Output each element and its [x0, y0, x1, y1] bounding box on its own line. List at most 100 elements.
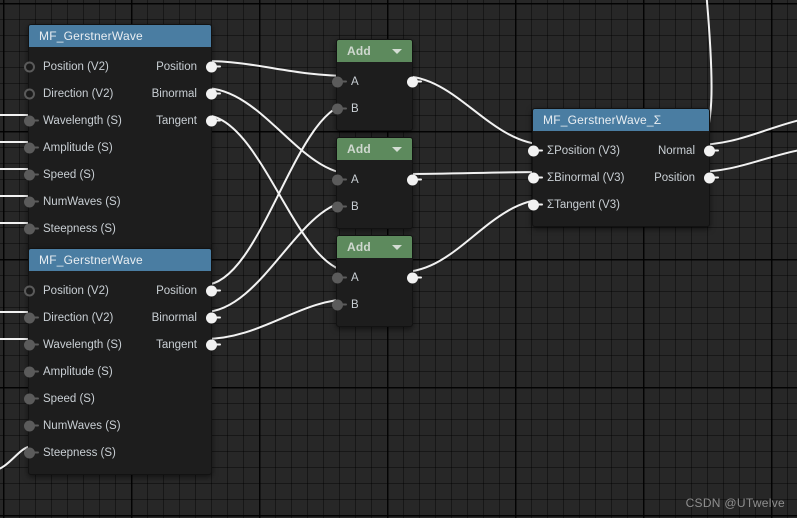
input-pin-label: Speed (S) [43, 168, 95, 181]
wire[interactable] [203, 60, 353, 77]
input-pin-label: B [351, 200, 359, 213]
node-body-gerstner-2: Position (V2) Position Direction (V2) Binor… [23, 271, 217, 474]
input-pin-label: Steepness (S) [43, 222, 116, 235]
input-pin[interactable] [23, 312, 35, 323]
input-pin[interactable] [23, 88, 35, 99]
input-pin[interactable] [331, 299, 343, 310]
wire[interactable] [203, 114, 353, 273]
output-pin-label: Tangent [156, 338, 197, 351]
node-row: ΣTangent (V3) [527, 191, 709, 218]
node-add-3[interactable]: Add A B [331, 235, 418, 327]
output-pin[interactable] [406, 76, 418, 87]
node-title-label: Add [347, 142, 371, 156]
node-title-label: MF_GerstnerWave [39, 29, 143, 43]
output-pin[interactable] [703, 172, 715, 183]
wire[interactable] [203, 200, 353, 313]
node-row: Wavelength (S) Tangent [23, 331, 217, 358]
input-pin[interactable] [23, 223, 35, 234]
node-title-label: Add [347, 44, 371, 58]
node-add-2[interactable]: Add A B [331, 137, 418, 229]
input-pin-label: Direction (V2) [43, 311, 114, 324]
wire[interactable] [401, 171, 549, 175]
input-pin[interactable] [527, 145, 539, 156]
output-pin[interactable] [205, 88, 217, 99]
wire[interactable] [203, 87, 353, 175]
input-pin-label: Amplitude (S) [43, 141, 113, 154]
node-row: Direction (V2) Binormal [23, 304, 217, 331]
input-pin[interactable] [331, 103, 343, 114]
chevron-down-icon[interactable] [392, 146, 402, 152]
node-title-add-1[interactable]: Add [337, 40, 412, 62]
node-add-1[interactable]: Add A B [331, 39, 418, 131]
wire[interactable] [203, 298, 353, 340]
input-pin[interactable] [331, 174, 343, 185]
output-pin[interactable] [205, 339, 217, 350]
chevron-down-icon[interactable] [392, 244, 402, 250]
node-body-add-2: AB [331, 160, 418, 228]
wire[interactable] [401, 198, 549, 273]
node-row: NumWaves (S) [23, 188, 211, 215]
chevron-down-icon[interactable] [392, 48, 402, 54]
input-pin-label: A [351, 75, 359, 88]
output-pin[interactable] [205, 61, 217, 72]
node-title-add-2[interactable]: Add [337, 138, 412, 160]
node-title-label: MF_GerstnerWave_Σ [543, 113, 662, 127]
input-pin[interactable] [23, 420, 35, 431]
input-pin-label: ΣPosition (V3) [547, 144, 620, 157]
input-pin[interactable] [331, 201, 343, 212]
input-pin[interactable] [23, 142, 35, 153]
node-title-add-3[interactable]: Add [337, 236, 412, 258]
node-row: Amplitude (S) [23, 134, 211, 161]
input-pin-label: A [351, 271, 359, 284]
node-row: Speed (S) [23, 161, 211, 188]
node-title-gerstner-sum[interactable]: MF_GerstnerWave_Σ [533, 109, 709, 131]
node-row: ΣPosition (V3) Normal [527, 137, 715, 164]
input-pin-label: A [351, 173, 359, 186]
watermark-label: CSDN @UTwelve [685, 496, 785, 510]
node-row: A [331, 68, 418, 95]
output-pin[interactable] [703, 145, 715, 156]
node-title-gerstner-2[interactable]: MF_GerstnerWave [29, 249, 211, 271]
input-pin-label: B [351, 102, 359, 115]
input-pin[interactable] [527, 172, 539, 183]
node-row: Wavelength (S) Tangent [23, 107, 217, 134]
output-pin[interactable] [406, 272, 418, 283]
output-pin-label: Position [654, 171, 695, 184]
input-pin[interactable] [331, 76, 343, 87]
node-title-gerstner-1[interactable]: MF_GerstnerWave [29, 25, 211, 47]
node-gerstner-sum[interactable]: MF_GerstnerWave_Σ ΣPosition (V3) Normal ΣBi… [527, 108, 715, 227]
input-pin[interactable] [23, 196, 35, 207]
input-pin[interactable] [23, 339, 35, 350]
output-pin-label: Normal [657, 144, 695, 157]
node-body-gerstner-sum: ΣPosition (V3) Normal ΣBinormal (V3) Positi… [527, 131, 715, 226]
input-pin[interactable] [23, 393, 35, 404]
input-pin[interactable] [23, 366, 35, 377]
node-gerstner-2[interactable]: MF_GerstnerWave Position (V2) Position Dire… [23, 248, 217, 475]
input-pin[interactable] [23, 447, 35, 458]
wire[interactable] [401, 75, 549, 146]
node-graph-canvas[interactable]: MF_GerstnerWave Position (V2) Position Dire… [0, 0, 797, 518]
input-pin[interactable] [23, 115, 35, 126]
output-pin-label: Position [156, 284, 197, 297]
input-pin-label: Position (V2) [43, 284, 109, 297]
input-pin[interactable] [23, 285, 35, 296]
wire[interactable] [203, 102, 353, 286]
output-pin-label: Binormal [151, 311, 197, 324]
node-row: Amplitude (S) [23, 358, 211, 385]
input-pin[interactable] [23, 61, 35, 72]
output-pin[interactable] [406, 174, 418, 185]
input-pin-label: Wavelength (S) [43, 338, 122, 351]
input-pin[interactable] [527, 199, 539, 210]
input-pin-label: B [351, 298, 359, 311]
output-pin[interactable] [205, 285, 217, 296]
node-row: ΣBinormal (V3) Position [527, 164, 715, 191]
input-pin[interactable] [331, 272, 343, 283]
input-pin[interactable] [23, 169, 35, 180]
output-pin[interactable] [205, 115, 217, 126]
input-pin-label: NumWaves (S) [43, 419, 121, 432]
input-pin-label: Amplitude (S) [43, 365, 113, 378]
output-pin[interactable] [205, 312, 217, 323]
node-gerstner-1[interactable]: MF_GerstnerWave Position (V2) Position Dire… [23, 24, 217, 251]
node-row: A [331, 166, 418, 193]
node-body-gerstner-1: Position (V2) Position Direction (V2) Binor… [23, 47, 217, 250]
